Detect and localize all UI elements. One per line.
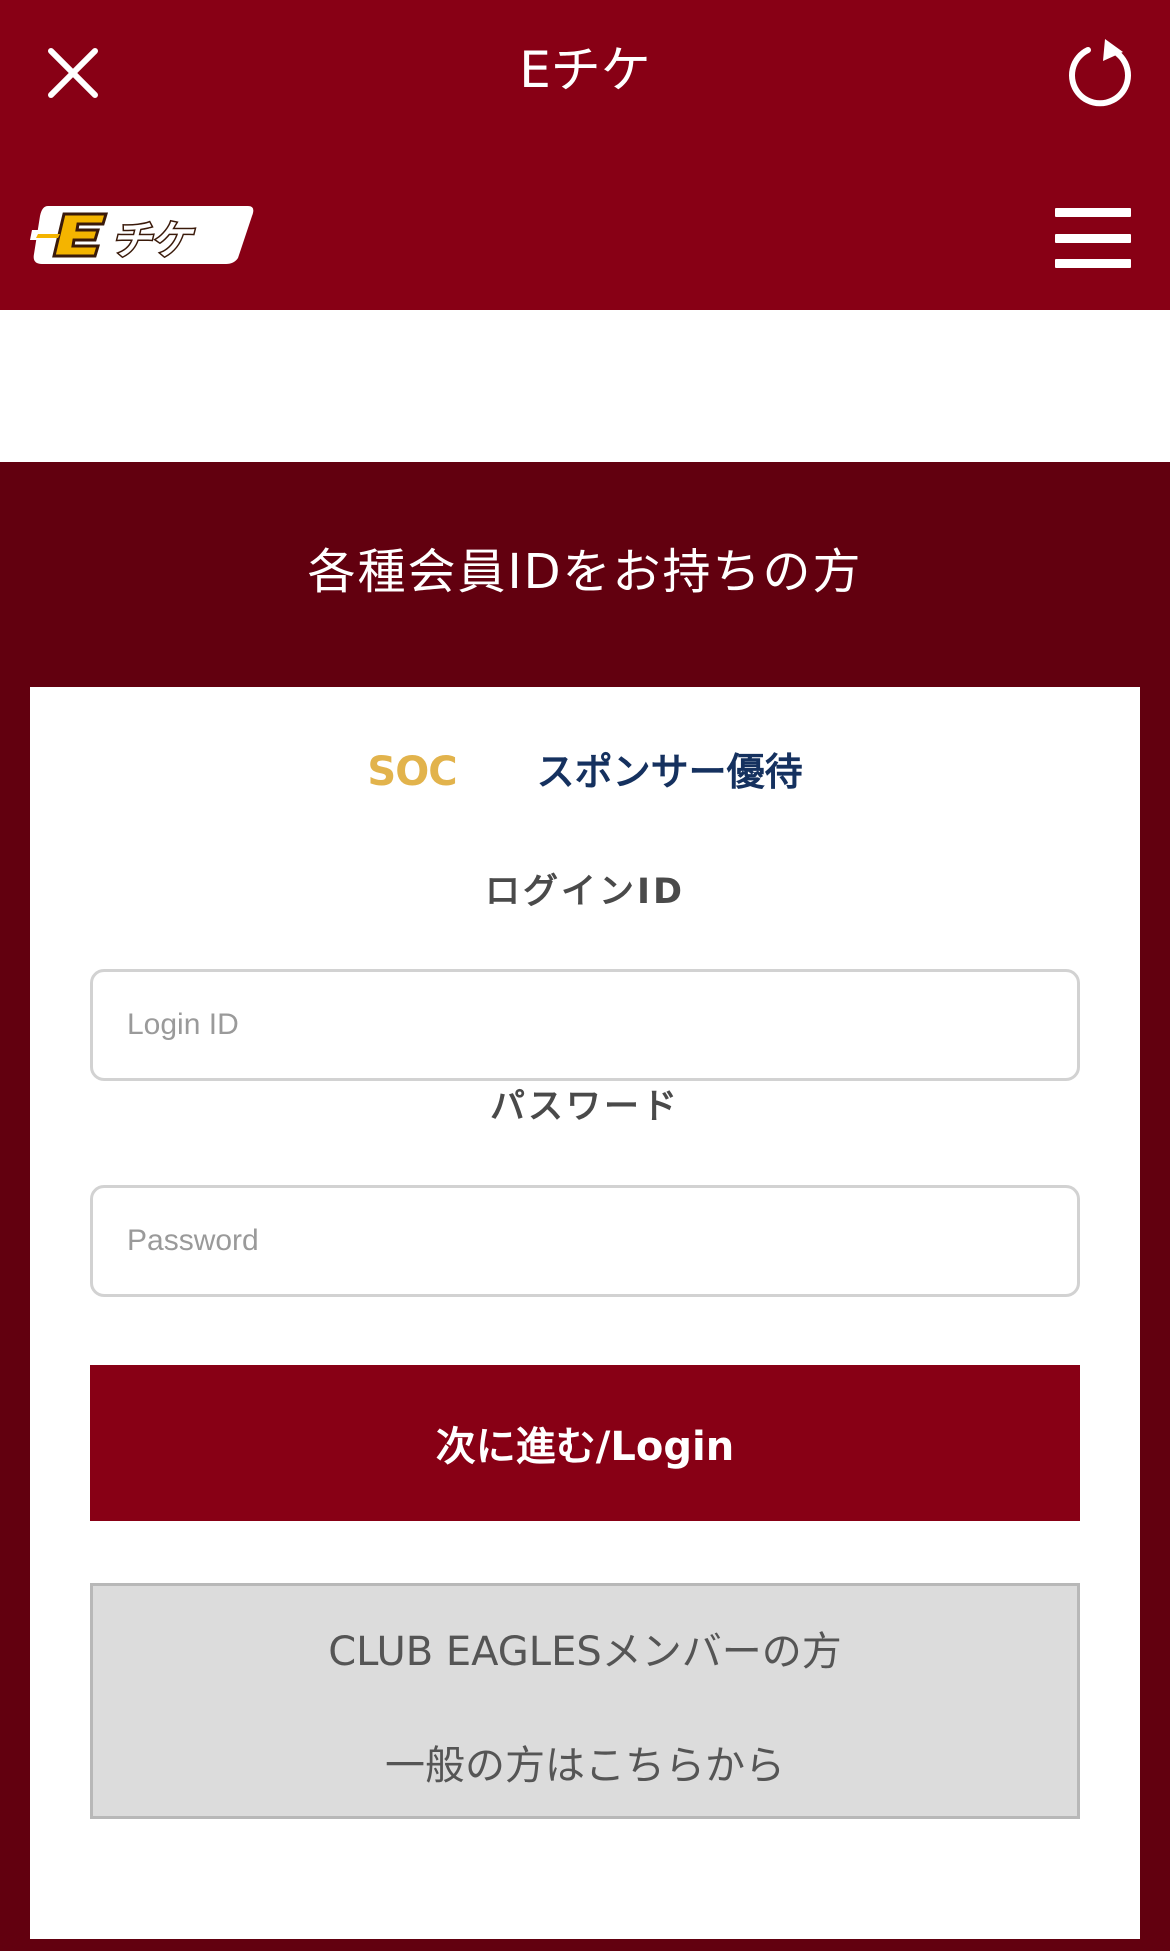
site-header: チケ bbox=[0, 140, 1170, 310]
password-label: パスワード bbox=[489, 1087, 680, 1127]
menu-bar-icon bbox=[1055, 208, 1131, 217]
app-title: Eチケ bbox=[519, 41, 651, 99]
menu-bar-icon bbox=[1055, 259, 1131, 268]
login-card: SOC スポンサー優待 ログインID パスワード 次に進む/Login CLUB… bbox=[30, 687, 1140, 1939]
member-type-tabs: SOC スポンサー優待 bbox=[30, 747, 1140, 797]
password-input[interactable] bbox=[90, 1185, 1080, 1297]
general-user-link[interactable]: 一般の方はこちらから bbox=[93, 1736, 1077, 1796]
club-eagles-link[interactable]: CLUB EAGLESメンバーの方 bbox=[93, 1622, 1077, 1682]
login-id-label: ログインID bbox=[484, 872, 686, 912]
tab-soc[interactable]: SOC bbox=[367, 747, 457, 797]
menu-bar-icon bbox=[1055, 233, 1131, 243]
svg-text:チケ: チケ bbox=[111, 218, 195, 264]
login-button[interactable]: 次に進む/Login bbox=[90, 1365, 1080, 1521]
echike-logo[interactable]: チケ bbox=[28, 200, 256, 270]
hamburger-menu-button[interactable] bbox=[1050, 200, 1136, 276]
section-title: 各種会員IDをお持ちの方 bbox=[307, 544, 863, 600]
member-login-section: 各種会員IDをお持ちの方 SOC スポンサー優待 ログインID パスワード 次に… bbox=[0, 462, 1170, 1951]
close-button[interactable] bbox=[40, 40, 106, 106]
tab-sponsor[interactable]: スポンサー優待 bbox=[537, 747, 803, 797]
login-id-input[interactable] bbox=[90, 969, 1080, 1081]
spacer bbox=[0, 310, 1170, 462]
reload-icon bbox=[1069, 39, 1131, 107]
reload-button[interactable] bbox=[1060, 34, 1140, 114]
close-icon bbox=[48, 48, 98, 98]
alt-login-options: CLUB EAGLESメンバーの方 一般の方はこちらから bbox=[90, 1583, 1080, 1819]
top-bar: Eチケ bbox=[0, 0, 1170, 140]
